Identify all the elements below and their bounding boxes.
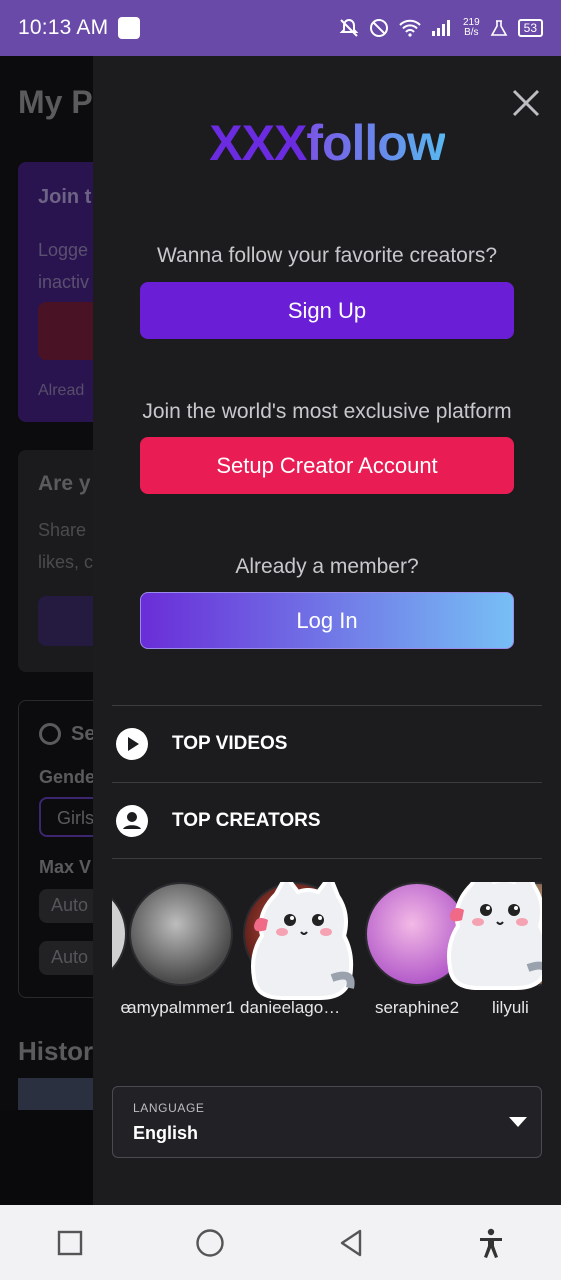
page-title: My P [18,84,93,120]
creator-card-line: likes, c [38,552,94,572]
signup-button[interactable]: Sign Up [140,282,514,339]
bell-off-icon [339,18,359,37]
language-label: LANGUAGE [133,1101,205,1115]
join-card-footer: Alread [38,382,85,399]
wifi-icon [399,19,421,37]
creator-name: lilyuli [492,998,529,1017]
creator-card-text: Share likes, c [38,514,93,578]
avatar [112,882,127,986]
creator-item[interactable]: amypalmmer1 [126,882,236,1018]
cat-sticker-icon [447,882,542,990]
setup-creator-button[interactable]: Setup Creator Account [140,437,514,494]
menu-item-top-creators[interactable]: TOP CREATORS [112,783,542,859]
back-button[interactable] [331,1223,371,1263]
user-circle-icon [116,805,148,837]
side-drawer: XXXfollow Wanna follow your favorite cre… [93,56,561,1205]
status-time: 10:13 AM [18,16,109,39]
max-label: Max V [39,857,92,877]
menu-item-label: TOP CREATORS [172,810,321,831]
play-circle-icon [116,728,148,760]
creator-name: seraphine2 [374,998,460,1017]
signal-icon [431,20,450,36]
recents-button[interactable] [50,1223,90,1263]
cat-sticker-icon [251,882,355,1000]
brand-logo: XXXfollow [93,114,561,172]
menu-item-label: TOP VIDEOS [172,733,288,754]
dnd-icon [369,19,388,37]
system-nav-bar [0,1205,561,1280]
brand-logo-part2: follow [306,115,445,171]
creator-card-line: Share [38,520,87,540]
divider [112,858,542,859]
login-button[interactable]: Log In [140,592,514,649]
settings-card-title: Se [71,723,96,745]
language-value: English [133,1123,199,1143]
signup-prompt: Wanna follow your favorite creators? [156,244,498,267]
join-card-line: Logge [38,240,89,260]
menu-item-top-videos[interactable]: TOP VIDEOS [112,706,542,782]
net-speed-unit: B/s [464,27,479,38]
gear-icon [39,723,61,745]
gender-label: Gende [39,767,96,787]
join-card-line: inactiv [38,272,90,292]
language-select[interactable]: LANGUAGE English [112,1086,542,1158]
history-title: Histor [18,1036,94,1066]
status-bar: 10:13 AM 219 B/s 53 [0,0,561,56]
circle-icon [196,1228,225,1257]
battery-icon: 53 [517,19,543,37]
brand-logo-part1: XXX [209,115,307,171]
net-speed: 219 B/s [463,18,480,38]
square-icon [57,1230,83,1255]
back-triangle-icon [340,1229,361,1256]
flask-icon [490,20,508,36]
avatar [129,882,233,986]
home-button[interactable] [190,1223,230,1263]
accessibility-icon [479,1228,502,1258]
join-card-text: Logge inactiv [38,234,89,298]
join-card-title: Join t [38,186,92,208]
creator-name: amypalmmer1 [127,998,235,1017]
image-icon [118,17,141,39]
creator-card-title: Are y [38,472,91,495]
creators-carousel[interactable]: e amypalmmer1 danieelagom... seraphine2 … [112,882,542,1032]
chevron-down-icon [509,1117,527,1127]
login-prompt: Already a member? [235,555,419,578]
accessibility-button[interactable] [471,1223,511,1263]
creator-prompt: Join the world's most exclusive platform [142,400,512,423]
